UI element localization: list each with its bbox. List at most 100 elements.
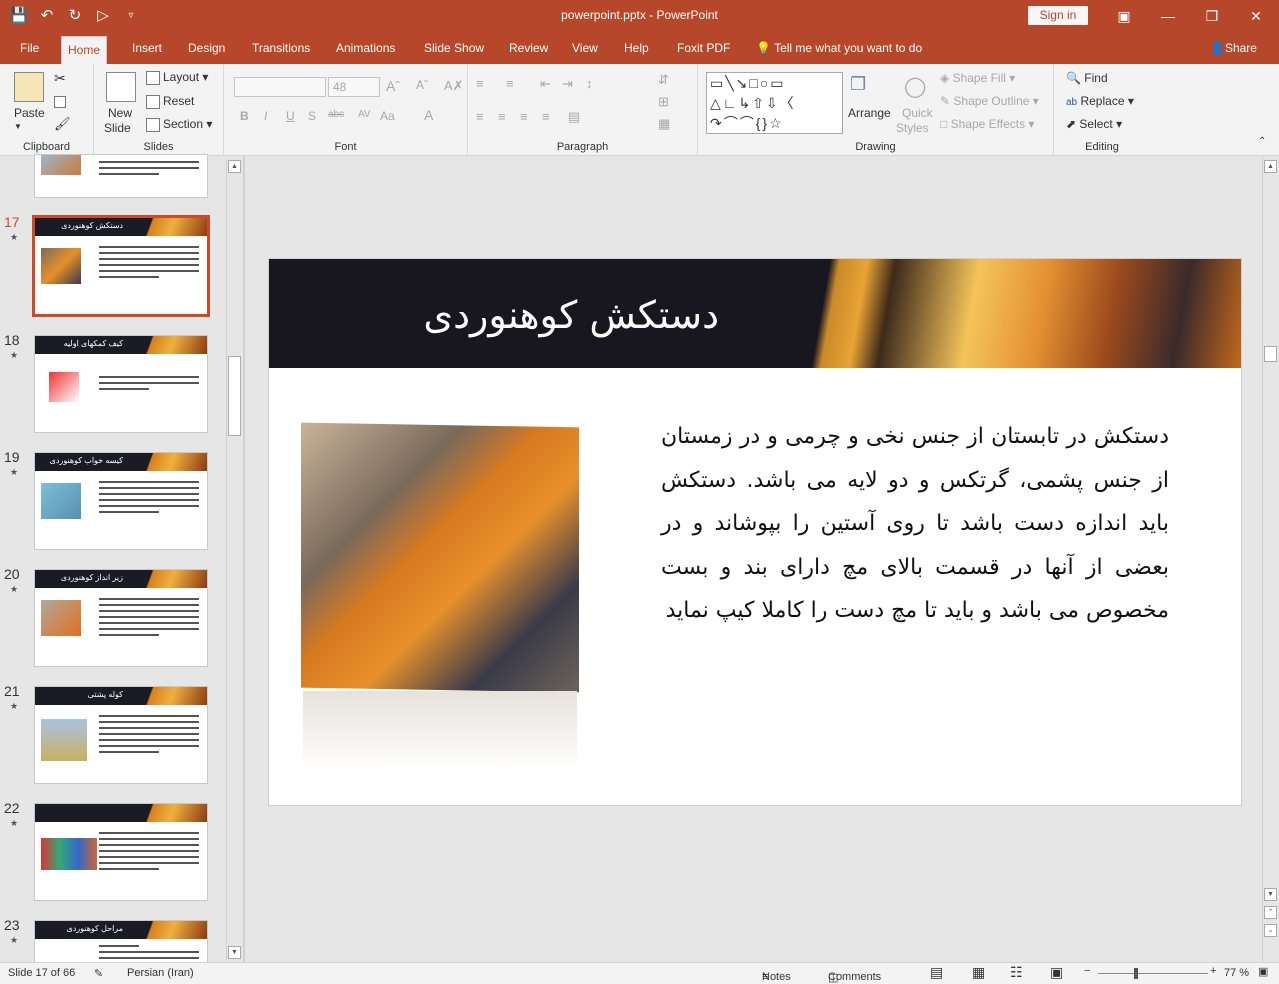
zoom-slider[interactable] [1098,973,1208,974]
layout-button[interactable]: Layout ▾ [146,70,208,85]
slide-scroll-up-icon[interactable]: ▲ [1264,160,1277,173]
slide-scroll-down-icon[interactable]: ▼ [1264,888,1277,901]
change-case-icon[interactable]: Aa [380,109,395,123]
zoom-slider-thumb[interactable] [1134,968,1138,979]
select-button[interactable]: ⬈ Select ▾ [1066,117,1122,131]
thumbnail-20[interactable]: زیر انداز کوهنوردی [34,569,208,667]
slideshow-view-icon[interactable]: ▣ [1050,964,1063,981]
align-text-icon[interactable]: ⊞ [658,94,669,110]
paste-button[interactable]: Paste [14,106,45,120]
thumbnail-21[interactable]: کوله پشتی [34,686,208,784]
restore-icon[interactable]: ❐ [1192,0,1232,32]
slide-scroll-thumb[interactable] [1264,346,1277,362]
glove-photo[interactable] [301,422,579,693]
underline-icon[interactable]: U [286,109,295,123]
tab-slide-show[interactable]: Slide Show [418,32,490,64]
tab-design[interactable]: Design [182,32,231,64]
tab-review[interactable]: Review [503,32,554,64]
line-spacing-icon[interactable]: ↕ [586,76,593,91]
new-slide-icon[interactable] [106,72,136,102]
slide-scrollbar[interactable] [1262,156,1279,962]
sign-in-button[interactable]: Sign in [1028,6,1088,25]
minimize-icon[interactable]: — [1148,0,1188,32]
tab-help[interactable]: Help [618,32,655,64]
shape-outline-button[interactable]: ✎ Shape Outline ▾ [940,94,1039,108]
thumbnail-18[interactable]: کیف کمکهای اولیه [34,335,208,433]
thumbnail-16[interactable] [34,154,208,198]
copy-icon[interactable] [54,94,69,108]
scroll-up-icon[interactable]: ▲ [228,160,241,173]
ribbon-display-icon[interactable]: ▣ [1104,0,1144,32]
strikethrough-icon[interactable]: abc [328,109,344,120]
clear-format-icon[interactable]: A✗ [444,78,464,94]
format-painter-icon[interactable]: 🖌 [54,116,71,132]
close-icon[interactable]: ✕ [1236,0,1276,32]
align-center-icon[interactable]: ≡ [498,109,506,124]
spellcheck-icon[interactable]: ✎ [94,967,103,980]
paste-dropdown-icon[interactable]: ▼ [14,122,22,131]
text-direction-icon[interactable]: ⇵ [658,72,669,88]
arrange-button[interactable]: Arrange [848,106,891,120]
shadow-icon[interactable]: S [308,109,316,123]
tab-animations[interactable]: Animations [330,32,401,64]
align-right-icon[interactable]: ≡ [520,109,528,124]
smartart-icon[interactable]: ▦ [658,116,670,132]
zoom-out-icon[interactable]: − [1084,965,1090,977]
slide-body-text[interactable]: دستکش در تابستان از جنس نخی و چرمی و در … [661,415,1169,633]
thumbnail-scroll-thumb[interactable] [228,356,241,436]
shapes-gallery[interactable]: ▭╲↘□○▭ △∟↳⇧⇩〈 ↷⌒⌒{}☆ [706,72,843,134]
fit-slide-icon[interactable]: ▣ [1258,965,1268,978]
zoom-in-icon[interactable]: + [1210,965,1216,977]
quick-styles-button[interactable]: Quick [902,106,933,120]
bold-icon[interactable]: B [240,109,249,123]
tell-me-box[interactable]: 💡 Tell me what you want to do [750,32,928,64]
section-button[interactable]: Section ▾ [146,117,212,132]
indent-increase-icon[interactable]: ⇥ [562,76,573,92]
share-button[interactable]: 👤Share [1204,32,1263,64]
slide-canvas[interactable]: دستکش کوهنوردی دستکش در تابستان از جنس ن… [268,258,1242,806]
scroll-down-icon[interactable]: ▼ [228,946,241,959]
slide-sorter-icon[interactable]: ▦ [972,964,985,981]
collapse-ribbon-icon[interactable]: ⌃ [1258,136,1266,147]
thumbnail-19[interactable]: کیسه خواب کوهنوردی [34,452,208,550]
tab-file[interactable]: File [14,32,45,64]
tab-foxit-pdf[interactable]: Foxit PDF [671,32,736,64]
paste-icon[interactable] [14,72,44,102]
new-slide-button[interactable]: New [108,106,132,120]
thumbnail-23[interactable]: مراحل کوهنوردی [34,920,208,964]
spacing-icon[interactable]: AV [358,109,371,120]
tab-home[interactable]: Home [61,36,108,64]
thumbnail-scrollbar[interactable] [226,160,242,960]
thumbnail-17[interactable]: دستکش کوهنوردی [32,215,210,317]
font-family-combo[interactable] [234,77,326,97]
reset-button[interactable]: Reset [146,94,194,109]
find-button[interactable]: 🔍 Find [1066,71,1108,85]
slide-title[interactable]: دستکش کوهنوردی [319,293,719,337]
quick-styles-icon[interactable]: ◯ [904,74,926,99]
align-left-icon[interactable]: ≡ [476,109,484,124]
shape-fill-button[interactable]: ◈ Shape Fill ▾ [940,71,1015,85]
font-size-combo[interactable]: 48 [328,77,380,97]
cut-icon[interactable]: ✂ [54,70,66,87]
shape-effects-button[interactable]: □ Shape Effects ▾ [940,117,1034,131]
font-color-icon[interactable]: A [424,107,433,123]
bullets-icon[interactable]: ≡ [476,76,484,91]
tab-transitions[interactable]: Transitions [246,32,316,64]
normal-view-icon[interactable]: ▤ [930,964,943,981]
reading-view-icon[interactable]: ☷ [1010,964,1023,981]
previous-slide-icon[interactable]: ⌃ [1264,906,1277,919]
replace-button[interactable]: ab Replace ▾ [1066,94,1134,108]
italic-icon[interactable]: I [264,109,267,123]
thumbnail-22[interactable] [34,803,208,901]
next-slide-icon[interactable]: ⌄ [1264,924,1277,937]
arrange-icon[interactable]: ❐ [850,74,866,95]
pane-splitter[interactable] [243,156,245,962]
columns-icon[interactable]: ▤ [568,109,580,125]
tab-insert[interactable]: Insert [126,32,168,64]
tab-view[interactable]: View [566,32,604,64]
numbering-icon[interactable]: ≡ [506,76,514,91]
decrease-font-icon[interactable]: Aˇ [416,78,428,92]
indent-decrease-icon[interactable]: ⇤ [540,76,551,92]
language-indicator[interactable]: Persian (Iran) [127,967,194,979]
increase-font-icon[interactable]: Aˆ [386,78,400,94]
